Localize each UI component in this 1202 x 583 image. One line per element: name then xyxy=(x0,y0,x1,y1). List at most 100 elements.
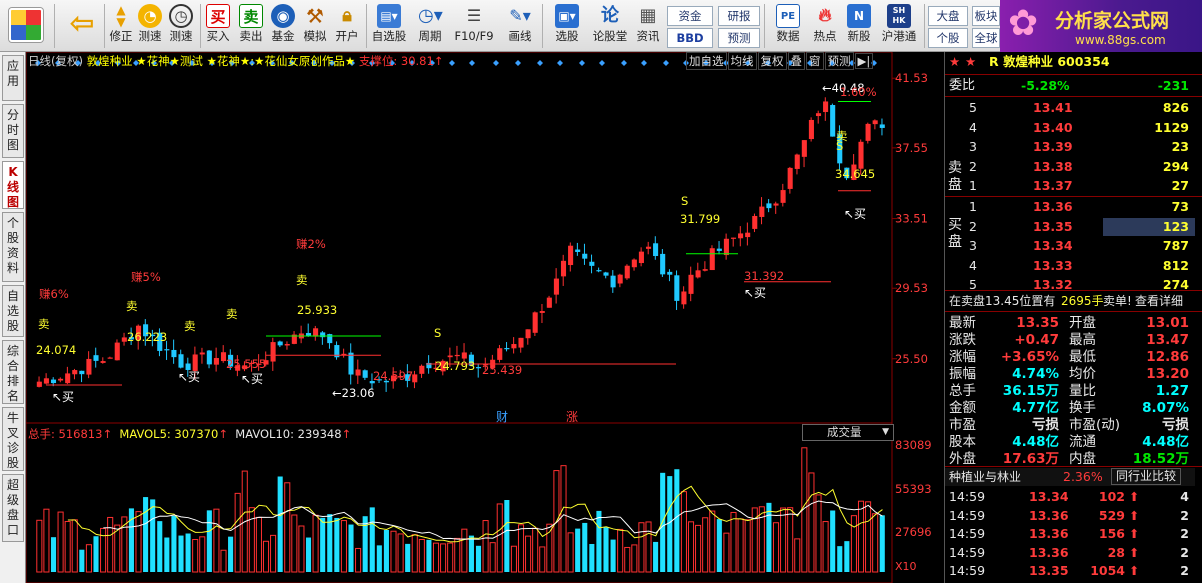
forecast-button[interactable]: 预测 xyxy=(718,28,760,48)
candle-body xyxy=(674,275,680,301)
signal-diamond xyxy=(515,60,521,66)
tab-apps[interactable]: 应用 xyxy=(2,55,24,101)
industry-row: 种植业与林业 2.36% 同行业比较 xyxy=(945,468,1195,486)
window-button[interactable]: 窗 xyxy=(806,52,824,70)
volume-indicator-select[interactable]: 成交量 ▼ xyxy=(802,424,894,441)
sell-level-row[interactable]: 4 13.40 1129 xyxy=(945,119,1195,137)
volume-bar xyxy=(93,536,99,572)
volume-bar xyxy=(844,541,850,572)
volume-bar xyxy=(312,514,319,573)
candle-body xyxy=(858,141,864,169)
tab-watchlist[interactable]: 自选股 xyxy=(2,285,24,337)
sell-level-row[interactable]: 3 13.39 23 xyxy=(945,138,1195,156)
sell-level-row[interactable]: 2 13.38 294 xyxy=(945,158,1195,176)
volume-bar xyxy=(730,511,737,573)
price-tick-label: 29.53 xyxy=(895,281,928,295)
candle-body xyxy=(596,270,602,272)
stock-code-row: ★ ★ R 敦煌种业 600354 xyxy=(945,53,1195,71)
buy-level-row[interactable]: 2 13.35 123 xyxy=(945,217,1195,236)
new-stock-button[interactable]: N 新股 xyxy=(842,2,876,50)
overlay-button[interactable]: 叠 xyxy=(787,52,805,70)
tab-super-tape[interactable]: 超级盘口 xyxy=(2,474,24,542)
buy-level-row[interactable]: 4 13.33 812 xyxy=(945,257,1195,275)
candle-body xyxy=(539,311,545,313)
candle-body xyxy=(780,190,786,203)
stock-button[interactable]: 个股 xyxy=(928,28,968,48)
collapse-button[interactable]: ▶| xyxy=(854,53,874,69)
price-note: 34.645 xyxy=(835,167,875,181)
candle-body xyxy=(787,167,793,189)
market-button[interactable]: 大盘 xyxy=(928,6,968,26)
period-button[interactable]: ◷▾ 周期 xyxy=(412,2,448,50)
adjust-button[interactable]: 复权 xyxy=(757,52,787,70)
volume-bar xyxy=(504,500,510,572)
kline-chart[interactable]: 41.53 37.55 33.51 29.53 25.50 83089 55393 27696… xyxy=(26,52,944,583)
volume-bar xyxy=(298,525,305,573)
draw-line-button[interactable]: ✎▾ 画线 xyxy=(500,2,540,50)
tab-profile[interactable]: 个股资料 xyxy=(2,212,24,282)
buy-button[interactable]: 买 买入 xyxy=(203,2,233,50)
signal-diamond xyxy=(621,60,627,66)
predict-button[interactable]: 预测 xyxy=(824,52,854,70)
candle-body xyxy=(582,253,588,259)
candle-body xyxy=(667,271,673,275)
industry-name[interactable]: 种植业与林业 xyxy=(949,468,1021,486)
fund-button[interactable]: ◉ 基金 xyxy=(268,2,298,50)
star-icon[interactable]: ★ xyxy=(965,53,976,71)
research-button[interactable]: 研报 xyxy=(718,6,760,26)
stock-screen-button[interactable]: ▣▾ 选股 xyxy=(546,2,588,50)
volume-bar xyxy=(248,507,255,573)
list-icon: ☰ xyxy=(466,6,482,25)
capital-button[interactable]: 资金 xyxy=(667,6,713,26)
watchlist-button[interactable]: ▤▾ 自选股 xyxy=(368,2,410,50)
volume-bar xyxy=(617,528,624,573)
tab-kline[interactable]: K线图 xyxy=(2,161,24,209)
candle-body xyxy=(681,291,687,305)
volume-bar xyxy=(143,497,149,572)
favorites-icon: ▤▾ xyxy=(377,4,401,28)
forum-button[interactable]: 论 论股堂 xyxy=(590,2,630,50)
simulate-button[interactable]: ⚒ 模拟 xyxy=(300,2,330,50)
mavol10-line xyxy=(103,500,883,540)
candle-body xyxy=(107,357,113,359)
hk-connect-button[interactable]: SH HK 沪港通 xyxy=(878,2,920,50)
buy-level-row[interactable]: 3 13.34 787 xyxy=(945,237,1195,255)
buy-level-row[interactable]: 1 13.36 73 xyxy=(945,198,1195,216)
hot-button[interactable]: 🔥︎ 热点 xyxy=(808,2,842,50)
add-watchlist-button[interactable]: 加自选 xyxy=(686,52,727,70)
volume-bar xyxy=(355,547,362,573)
data-button[interactable]: PE 数据 xyxy=(768,2,808,50)
bbd-button[interactable]: BBD xyxy=(667,28,713,48)
ma-button[interactable]: 均线 xyxy=(727,52,757,70)
stock-code-label: R 敦煌种业 600354 xyxy=(989,54,1110,69)
chart-tools: 加自选 均线 复权叠窗预测 ▶| xyxy=(686,52,874,70)
sell-button[interactable]: 卖 卖出 xyxy=(236,2,266,50)
tab-diagnosis[interactable]: 牛叉诊股 xyxy=(2,407,24,471)
tab-intraday[interactable]: 分时图 xyxy=(2,104,24,158)
tab-ranking[interactable]: 综合排名 xyxy=(2,340,24,404)
candle-body xyxy=(617,274,623,284)
clock-test-button[interactable]: ◷ 测速 xyxy=(166,2,196,50)
industry-compare-button[interactable]: 同行业比较 xyxy=(1111,468,1182,485)
up-down-icon: ▲ ▼ xyxy=(116,3,126,29)
fix-button[interactable]: ▲ ▼ 修正 xyxy=(106,2,136,50)
f10-button[interactable]: ☰ F10/F9 xyxy=(452,2,496,50)
sector-button[interactable]: 板块 xyxy=(972,6,1000,26)
volume-bar xyxy=(305,537,312,572)
volume-bar xyxy=(192,539,199,573)
speed-test-button[interactable]: ◔ 测速 xyxy=(136,2,164,50)
back-button[interactable]: ⇦ xyxy=(62,2,102,50)
view-detail-link[interactable]: 查看详细 xyxy=(1135,292,1183,310)
price-note: 31.799 xyxy=(680,212,720,226)
volume-bar xyxy=(255,516,262,573)
app-logo-icon[interactable] xyxy=(6,2,46,50)
news-button[interactable]: ▦ 资讯 xyxy=(633,2,663,50)
open-account-button[interactable]: 🔒︎ 开户 xyxy=(332,2,362,50)
volume-bar xyxy=(369,507,375,572)
global-button[interactable]: 全球 xyxy=(972,28,1000,48)
sell-level-row[interactable]: 1 13.37 27 xyxy=(945,177,1195,195)
period-label[interactable]: 日线(复权) xyxy=(28,54,83,68)
star-icon[interactable]: ★ xyxy=(949,53,960,71)
candle-body xyxy=(815,113,822,117)
sell-level-row[interactable]: 5 13.41 826 xyxy=(945,99,1195,117)
